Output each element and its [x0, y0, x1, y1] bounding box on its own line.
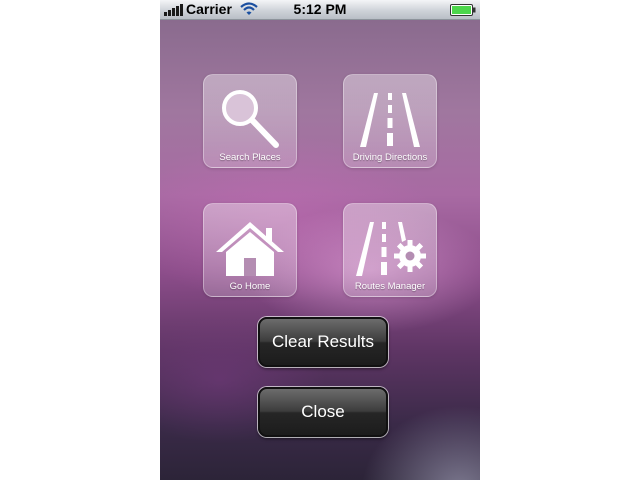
road-icon — [360, 93, 420, 147]
driving-directions-button[interactable]: Driving Directions — [343, 74, 437, 168]
close-button[interactable]: Close — [258, 387, 388, 437]
tile-label: Driving Directions — [352, 152, 428, 163]
search-places-button[interactable]: Search Places — [203, 74, 297, 168]
tile-label: Routes Manager — [354, 281, 426, 292]
routes-manager-button[interactable]: Routes Manager — [343, 203, 437, 297]
go-home-button[interactable]: Go Home — [203, 203, 297, 297]
clear-results-button[interactable]: Clear Results — [258, 317, 388, 367]
tile-label: Search Places — [219, 152, 281, 163]
tile-label: Go Home — [229, 281, 271, 292]
battery-icon — [450, 4, 476, 16]
status-bar: Carrier 5:12 PM — [160, 0, 480, 20]
status-time: 5:12 PM — [293, 1, 347, 17]
phone-screen: Carrier 5:12 PM Search Places Driving Di… — [160, 0, 480, 480]
magnifier-icon — [222, 90, 279, 148]
house-icon — [216, 222, 284, 276]
road-gear-icon — [356, 222, 426, 276]
